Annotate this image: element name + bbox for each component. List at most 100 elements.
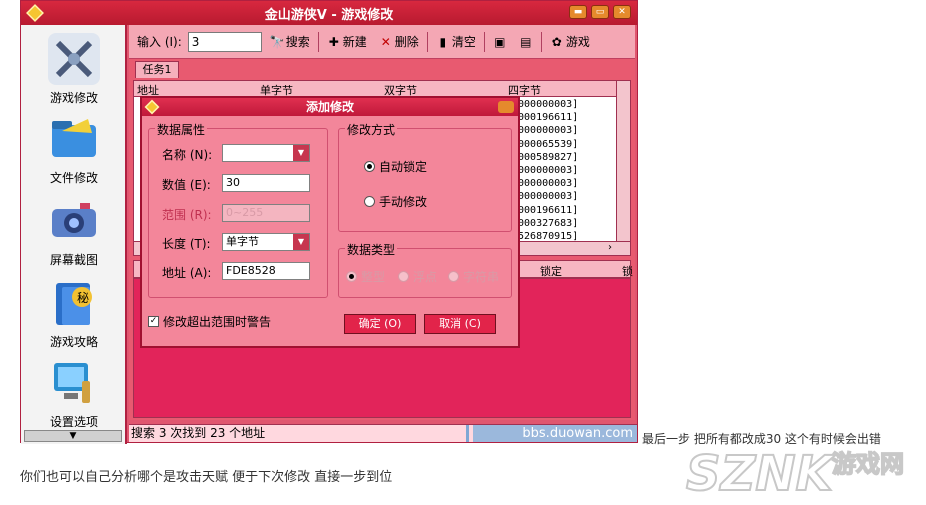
close-button[interactable]: ✕ — [613, 5, 631, 19]
table-cell: 0000000003] — [512, 99, 579, 110]
sidebar-item-label: 游戏攻略 — [49, 335, 98, 349]
crossed-swords-icon — [48, 33, 100, 85]
sidebar-item-strategy[interactable]: 秘 游戏攻略 — [21, 277, 127, 350]
clear-button[interactable]: ▮ 清空 — [432, 33, 480, 50]
radio-selected-icon — [346, 271, 357, 282]
column-header-lock-2[interactable]: 锁 — [622, 263, 633, 279]
table-cell: 0000065539] — [512, 138, 579, 150]
minimize-button[interactable]: ▬ — [569, 5, 587, 19]
sidebar-item-label: 屏幕截图 — [49, 253, 98, 267]
type-string-radio: 字符串 — [448, 268, 499, 285]
value-label: 数值 (E): — [162, 178, 211, 192]
radio-selected-icon — [364, 161, 375, 172]
window-title: 金山游侠V - 游戏修改 — [264, 7, 394, 23]
table-cell: 0000589827] — [512, 151, 579, 163]
length-label: 长度 (T): — [162, 237, 211, 251]
toolbar-separator — [483, 31, 485, 52]
dialog-title-bar: 添加修改 — [142, 98, 518, 116]
column-header-lock[interactable]: 锁定 — [540, 263, 562, 279]
sidebar: 游戏修改 文件修改 屏幕截图 秘 游戏攻略 设置选项 ▼ — [21, 25, 127, 444]
tab-task1[interactable]: 任务1 — [135, 61, 179, 78]
group-label: 数据属性 — [155, 121, 208, 138]
sidebar-item-label: 游戏修改 — [49, 91, 98, 105]
toolbar: 输入 (I): 🔭搜索 ✚新建 ✕删除 ▮ 清空 ▣ ▤ ✿游戏 — [129, 25, 635, 59]
load-button[interactable]: ▤ — [515, 35, 537, 49]
modify-mode-group: 修改方式 — [338, 121, 512, 232]
type-float-radio: 浮点 — [398, 268, 437, 285]
type-int-label: 整型 — [361, 270, 386, 284]
manual-modify-radio[interactable]: 手动修改 — [364, 193, 427, 210]
secret-book-icon: 秘 — [48, 277, 100, 329]
table-cell: 0000000003] — [512, 191, 579, 203]
binoculars-icon: 🔭 — [269, 34, 285, 49]
table-cell: 0000000003] — [512, 165, 579, 177]
value-input[interactable]: 30 — [222, 174, 310, 192]
sznk-watermark-logo: SZNK 游戏网 — [684, 442, 924, 503]
sidebar-item-file-modify[interactable]: 文件修改 — [21, 113, 127, 186]
cancel-button[interactable]: 取消 (C) — [424, 314, 496, 334]
dword-values: 0000000003] 0000196611] 0000000003] 0000… — [512, 98, 616, 243]
title-bar: 金山游侠V - 游戏修改 ▬ ▭ ✕ — [21, 1, 637, 25]
range-label: 范围 (R): — [162, 208, 212, 222]
type-float-label: 浮点 — [413, 270, 438, 284]
game-button[interactable]: ✿ 游戏 — [546, 33, 594, 50]
type-int-radio: 整型 — [346, 268, 385, 285]
sidebar-item-game-modify[interactable]: 游戏修改 — [21, 33, 127, 106]
delete-button-label: 删除 — [394, 35, 419, 49]
scroll-right-arrow-icon[interactable]: › — [608, 242, 612, 253]
table-cell: 0000000003] — [512, 178, 579, 190]
save-button[interactable]: ▣ — [489, 35, 511, 49]
auto-lock-radio[interactable]: 自动锁定 — [364, 158, 427, 175]
checkbox-checked-icon: ✓ — [148, 316, 159, 327]
search-button[interactable]: 🔭 搜索 — [266, 33, 314, 50]
delete-button[interactable]: ✕ 删除 — [375, 33, 423, 50]
search-value-input[interactable] — [187, 31, 262, 52]
new-button-label: 新建 — [342, 35, 367, 49]
name-combo[interactable]: ▼ — [222, 144, 310, 162]
manual-modify-label: 手动修改 — [379, 195, 428, 209]
table-cell: 0000196611] — [512, 204, 579, 216]
length-combo-value: 单字节 — [226, 235, 259, 248]
range-warning-checkbox[interactable]: ✓ 修改超出范围时警告 — [148, 313, 271, 330]
chevron-down-icon[interactable]: ▼ — [293, 234, 309, 250]
grid-vertical-scrollbar[interactable] — [616, 81, 630, 241]
status-site: bbs.duowan.com — [473, 425, 637, 442]
tab-bar: 任务1 — [129, 60, 635, 78]
radio-icon — [364, 196, 375, 207]
auto-lock-label: 自动锁定 — [379, 160, 428, 174]
address-label: 地址 (A): — [162, 266, 212, 280]
name-label: 名称 (N): — [162, 148, 213, 162]
table-cell: 0000196611] — [512, 112, 579, 124]
radio-icon — [448, 271, 459, 282]
range-warning-label: 修改超出范围时警告 — [163, 315, 272, 329]
dialog-close-button[interactable] — [498, 101, 514, 113]
sidebar-item-settings[interactable]: 设置选项 — [21, 357, 127, 430]
ok-button[interactable]: 确定 (O) — [344, 314, 416, 334]
svg-text:游戏网: 游戏网 — [832, 450, 904, 478]
new-button[interactable]: ✚ 新建 — [323, 33, 371, 50]
radio-icon — [398, 271, 409, 282]
length-combo[interactable]: 单字节 ▼ — [222, 233, 310, 251]
chevron-down-icon[interactable]: ▼ — [293, 145, 309, 161]
input-label: 输入 (I): — [137, 35, 182, 49]
table-cell: 0000000003] — [512, 125, 579, 137]
grid-header: 地址 单字节 双字节 四字节 — [134, 81, 630, 97]
maximize-button[interactable]: ▭ — [591, 5, 609, 19]
camera-icon — [48, 195, 100, 247]
address-input[interactable]: FDE8528 — [222, 262, 310, 280]
add-modify-dialog: 添加修改 数据属性 名称 (N): ▼ 数值 (E): 30 范围 (R): 0… — [140, 96, 520, 348]
sidebar-scroll-down-button[interactable]: ▼ — [24, 430, 122, 442]
toolbar-separator — [317, 31, 319, 52]
table-cell: 0000327683] — [512, 217, 579, 229]
status-text: 搜索 3 次找到 23 个地址 — [131, 425, 469, 442]
load-icon: ▤ — [520, 34, 532, 49]
monitor-settings-icon — [48, 357, 100, 409]
range-input: 0~255 — [222, 204, 310, 222]
type-string-label: 字符串 — [463, 270, 500, 284]
dialog-title: 添加修改 — [305, 100, 354, 114]
sidebar-item-screenshot[interactable]: 屏幕截图 — [21, 195, 127, 268]
status-bar: 搜索 3 次找到 23 个地址 bbs.duowan.com — [129, 424, 637, 442]
caption-line2: 你们也可以自己分析哪个是攻击天赋 便于下次修改 直接一步到位 — [20, 470, 393, 485]
search-button-label: 搜索 — [285, 35, 310, 49]
dialog-logo-icon — [144, 99, 160, 115]
